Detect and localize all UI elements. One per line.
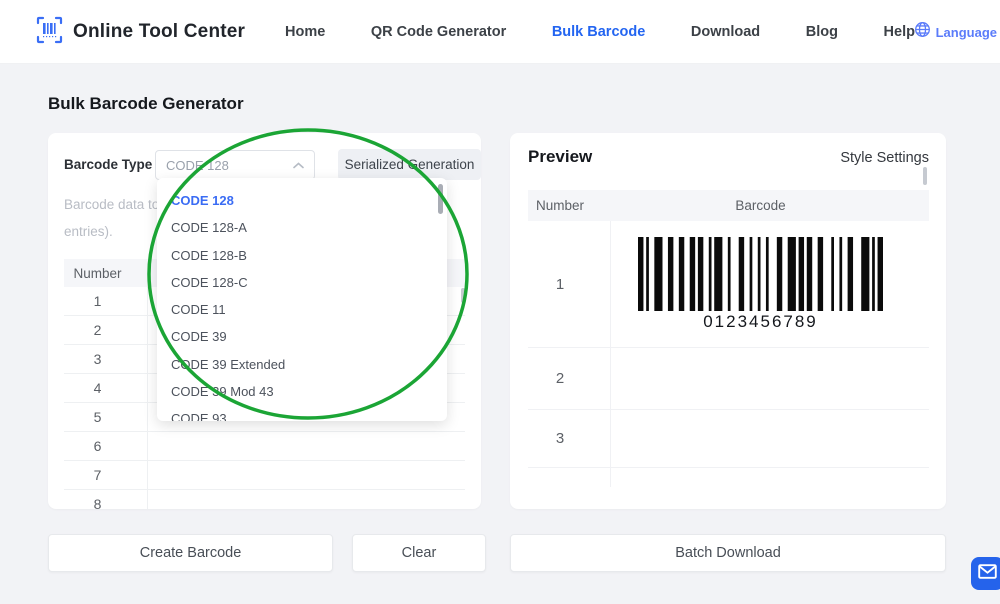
barcode-type-value: CODE 128 — [166, 158, 293, 173]
nav-item-download[interactable]: Download — [691, 24, 760, 40]
preview-title: Preview — [528, 147, 592, 167]
scrollbar-thumb[interactable] — [461, 288, 465, 303]
data-cell[interactable] — [131, 490, 465, 509]
style-settings-link[interactable]: Style Settings — [840, 150, 929, 166]
dropdown-option-code-128-b[interactable]: CODE 128-B — [157, 242, 447, 269]
dropdown-option-code-128[interactable]: CODE 128 — [157, 187, 447, 214]
dropdown-option-code-39[interactable]: CODE 39 — [157, 323, 447, 350]
row-number: 1 — [528, 221, 592, 347]
page-title: Bulk Barcode Generator — [48, 94, 244, 114]
nav-item-home[interactable]: Home — [285, 24, 325, 40]
data-cell[interactable] — [131, 432, 465, 460]
email-icon — [978, 564, 997, 584]
table-row: 7 — [64, 461, 465, 490]
dropdown-option-code-39-ext[interactable]: CODE 39 Extended — [157, 351, 447, 378]
row-number: 3 — [64, 345, 131, 373]
column-divider — [610, 221, 611, 487]
globe-icon — [914, 21, 931, 43]
barcode-logo-icon — [36, 15, 63, 50]
row-number: 3 — [528, 410, 592, 467]
preview-table-header: Number Barcode — [528, 190, 929, 221]
dropdown-option-code-128-a[interactable]: CODE 128-A — [157, 214, 447, 241]
row-number: 8 — [64, 490, 131, 509]
batch-download-button[interactable]: Batch Download — [510, 534, 946, 572]
barcode-type-dropdown: CODE 128 CODE 128-A CODE 128-B CODE 128-… — [157, 178, 447, 421]
bulk-barcode-generator-page: Online Tool Center Home QR Code Generato… — [0, 0, 1000, 604]
chevron-up-icon — [293, 156, 304, 174]
row-number: 7 — [64, 461, 131, 489]
preview-row: 2 — [528, 348, 929, 410]
serialized-generation-button[interactable]: Serialized Generation — [338, 149, 481, 180]
nav-item-blog[interactable]: Blog — [806, 24, 838, 40]
barcode-value: 0123456789 — [703, 312, 818, 332]
number-column-header: Number — [528, 198, 592, 213]
number-column-header: Number — [64, 266, 131, 281]
table-row: 8 — [64, 490, 465, 509]
language-label: Language — [936, 25, 997, 40]
dropdown-option-code-93[interactable]: CODE 93 — [157, 405, 447, 421]
preview-panel: Preview Style Settings Number Barcode 1 … — [510, 133, 946, 509]
nav-item-bulk-barcode[interactable]: Bulk Barcode — [552, 24, 645, 40]
main-nav: Home QR Code Generator Bulk Barcode Down… — [285, 0, 915, 64]
language-selector[interactable]: Language — [914, 0, 997, 64]
create-barcode-button[interactable]: Create Barcode — [48, 534, 333, 572]
preview-row: 3 — [528, 410, 929, 468]
barcode-image — [638, 237, 883, 311]
barcode-type-select[interactable]: CODE 128 — [155, 150, 315, 180]
row-number: 4 — [64, 374, 131, 402]
preview-row — [528, 468, 929, 487]
row-number: 2 — [64, 316, 131, 344]
helper-text-line2: entries). — [64, 224, 113, 239]
row-number: 6 — [64, 432, 131, 460]
dropdown-option-code-39-mod43[interactable]: CODE 39 Mod 43 — [157, 378, 447, 405]
row-number: 2 — [528, 348, 592, 409]
dropdown-option-code-11[interactable]: CODE 11 — [157, 296, 447, 323]
scrollbar-thumb[interactable] — [438, 184, 443, 214]
column-divider — [147, 287, 148, 509]
preview-table: Number Barcode 1 0123456789 2 3 — [528, 190, 929, 487]
clear-button[interactable]: Clear — [352, 534, 486, 572]
brand-name: Online Tool Center — [73, 21, 245, 43]
table-row: 6 — [64, 432, 465, 461]
data-cell[interactable] — [131, 461, 465, 489]
brand-logo[interactable]: Online Tool Center — [36, 0, 245, 64]
helper-text-line1: Barcode data to — [64, 197, 159, 212]
preview-row: 1 0123456789 — [528, 221, 929, 348]
barcode-column-header: Barcode — [592, 198, 929, 213]
nav-item-qr-code-generator[interactable]: QR Code Generator — [371, 24, 506, 40]
row-number — [528, 468, 592, 487]
dropdown-option-code-128-c[interactable]: CODE 128-C — [157, 269, 447, 296]
barcode-type-label: Barcode Type — [64, 157, 152, 172]
row-number: 1 — [64, 287, 131, 315]
nav-item-help[interactable]: Help — [884, 24, 915, 40]
top-navbar: Online Tool Center Home QR Code Generato… — [0, 0, 1000, 64]
row-number: 5 — [64, 403, 131, 431]
contact-email-button[interactable] — [971, 557, 1000, 590]
scrollbar-thumb[interactable] — [923, 167, 927, 185]
